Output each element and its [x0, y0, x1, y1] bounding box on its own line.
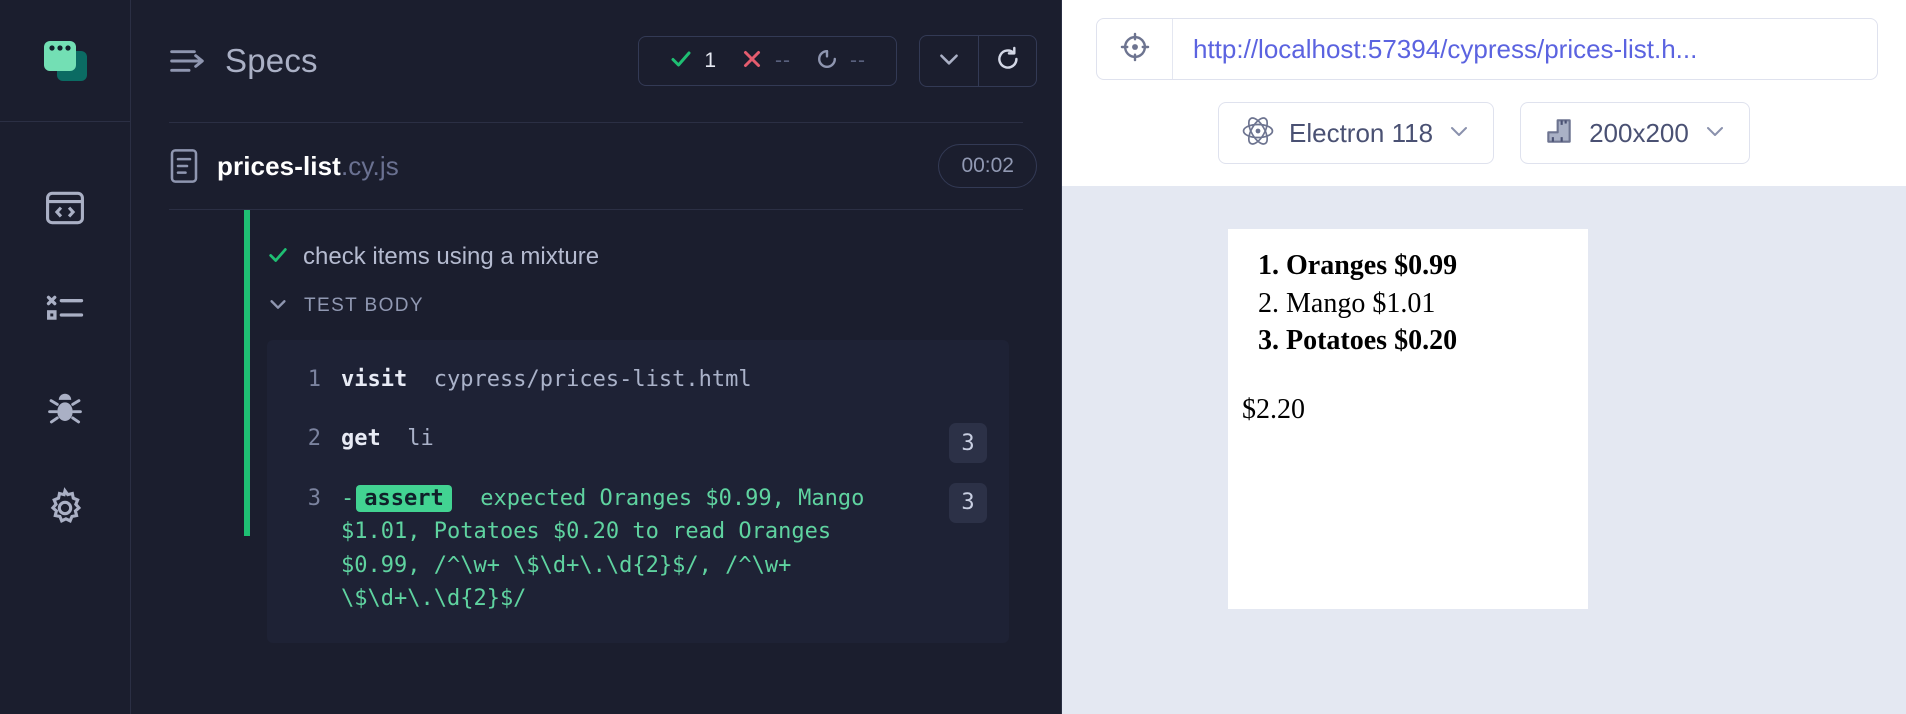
command-log-item[interactable]: 2 get li 3 — [267, 409, 1009, 468]
aut-panel: http://localhost:57394/cypress/prices-li… — [1062, 0, 1906, 714]
command-number: 1 — [307, 367, 321, 392]
gear-icon — [43, 486, 87, 530]
command-argument: li — [407, 426, 434, 452]
code-window-icon — [43, 186, 87, 230]
pending-circle-icon — [815, 47, 839, 76]
url-bar: http://localhost:57394/cypress/prices-li… — [1096, 18, 1878, 80]
bug-icon — [43, 386, 87, 430]
list-item: Oranges $0.99 — [1286, 247, 1588, 285]
reload-button[interactable] — [978, 36, 1036, 86]
chevron-down-icon — [267, 293, 289, 320]
chevron-down-icon — [1447, 119, 1471, 148]
selector-playground-button[interactable] — [1097, 19, 1173, 79]
url-bar-row: http://localhost:57394/cypress/prices-li… — [1062, 0, 1906, 80]
command-number: 3 — [307, 485, 321, 511]
spec-duration-badge: 00:02 — [938, 144, 1037, 188]
test-status-accent-bar — [244, 210, 250, 536]
passed-count: 1 — [704, 49, 716, 72]
url-text[interactable]: http://localhost:57394/cypress/prices-li… — [1173, 19, 1877, 79]
test-title-row[interactable]: check items using a mixture — [267, 236, 1037, 278]
command-log-item[interactable]: 1 visit cypress/prices-list.html — [267, 350, 1009, 409]
command-method: visit — [341, 367, 408, 392]
sidebar-item-runs[interactable] — [27, 258, 103, 358]
pending-count: -- — [850, 49, 866, 72]
reload-icon — [994, 45, 1022, 78]
assert-chip: assert — [356, 484, 452, 512]
assert-prefix: - — [341, 485, 355, 511]
stat-passed: 1 — [657, 47, 728, 76]
test-list-icon — [43, 286, 87, 330]
aut-stage: Oranges $0.99 Mango $1.01 Potatoes $0.20… — [1062, 186, 1906, 714]
reporter-header-actions: 1 -- -- — [638, 35, 1037, 87]
prices-list-page: Oranges $0.99 Mango $1.01 Potatoes $0.20… — [1228, 229, 1588, 426]
sidebar-item-debug[interactable] — [27, 358, 103, 458]
total-price: $2.20 — [1242, 393, 1305, 425]
spec-name: prices-list — [217, 150, 341, 181]
left-nav-rail — [0, 0, 131, 714]
file-icon — [169, 148, 199, 184]
browser-label: Electron 118 — [1289, 117, 1434, 148]
cross-icon — [740, 47, 764, 76]
electron-icon — [1241, 114, 1275, 153]
reporter-header: Specs 1 -- -- — [131, 0, 1061, 122]
cypress-logo[interactable] — [0, 0, 130, 122]
specs-arrow-icon — [169, 46, 209, 76]
stat-failed: -- — [728, 47, 803, 76]
ruler-icon — [1543, 115, 1575, 152]
test-block: check items using a mixture TEST BODY 1 … — [131, 210, 1061, 714]
command-log: 1 visit cypress/prices-list.html 2 get l… — [267, 340, 1009, 643]
list-item: Potatoes $0.20 — [1286, 322, 1588, 360]
app-under-test-frame[interactable]: Oranges $0.99 Mango $1.01 Potatoes $0.20… — [1228, 229, 1588, 609]
page-title: Specs — [225, 42, 318, 79]
test-body-label: TEST BODY — [304, 295, 424, 316]
command-count-badge: 3 — [949, 423, 987, 464]
command-log-item-assert[interactable]: 3 - assert expected Oranges $0.99, Mango … — [267, 469, 1009, 629]
test-title: check items using a mixture — [303, 243, 600, 270]
command-number: 2 — [307, 426, 321, 452]
prices-list: Oranges $0.99 Mango $1.01 Potatoes $0.20 — [1228, 247, 1588, 360]
command-text: get li — [341, 422, 520, 455]
rail-item-list — [27, 122, 103, 558]
check-icon — [267, 244, 289, 271]
chevron-down-button[interactable] — [920, 36, 978, 86]
spec-row[interactable]: prices-list .cy.js 00:02 — [131, 123, 1061, 209]
crosshair-icon — [1119, 31, 1151, 68]
cypress-app-root: Specs 1 -- -- prices-list .cy.js 00:02 c… — [0, 0, 1906, 714]
chevron-down-icon — [1703, 119, 1727, 148]
aut-controls: Electron 118 200x200 — [1218, 80, 1906, 186]
test-stats: 1 -- -- — [638, 36, 897, 86]
spec-extension: .cy.js — [340, 150, 399, 181]
check-icon — [669, 47, 693, 76]
sidebar-item-specs[interactable] — [27, 158, 103, 258]
sidebar-item-settings[interactable] — [27, 458, 103, 558]
stat-pending: -- — [803, 47, 878, 76]
command-text: visit cypress/prices-list.html — [341, 363, 838, 396]
command-text: - assert expected Oranges $0.99, Mango $1… — [341, 482, 1009, 616]
reporter-button-group — [919, 35, 1037, 87]
viewport-label: 200x200 — [1589, 117, 1689, 148]
command-argument: cypress/prices-list.html — [433, 367, 752, 392]
test-body-toggle[interactable]: TEST BODY — [267, 278, 1037, 334]
viewport-selector[interactable]: 200x200 — [1520, 102, 1750, 164]
failed-count: -- — [775, 49, 791, 72]
list-item: Mango $1.01 — [1286, 285, 1588, 323]
reporter-panel: Specs 1 -- -- prices-list .cy.js 00:02 c… — [131, 0, 1062, 714]
chevron-down-icon — [936, 46, 962, 77]
command-method: get — [341, 426, 381, 452]
browser-selector[interactable]: Electron 118 — [1218, 102, 1495, 164]
command-count-badge: 3 — [949, 482, 987, 523]
